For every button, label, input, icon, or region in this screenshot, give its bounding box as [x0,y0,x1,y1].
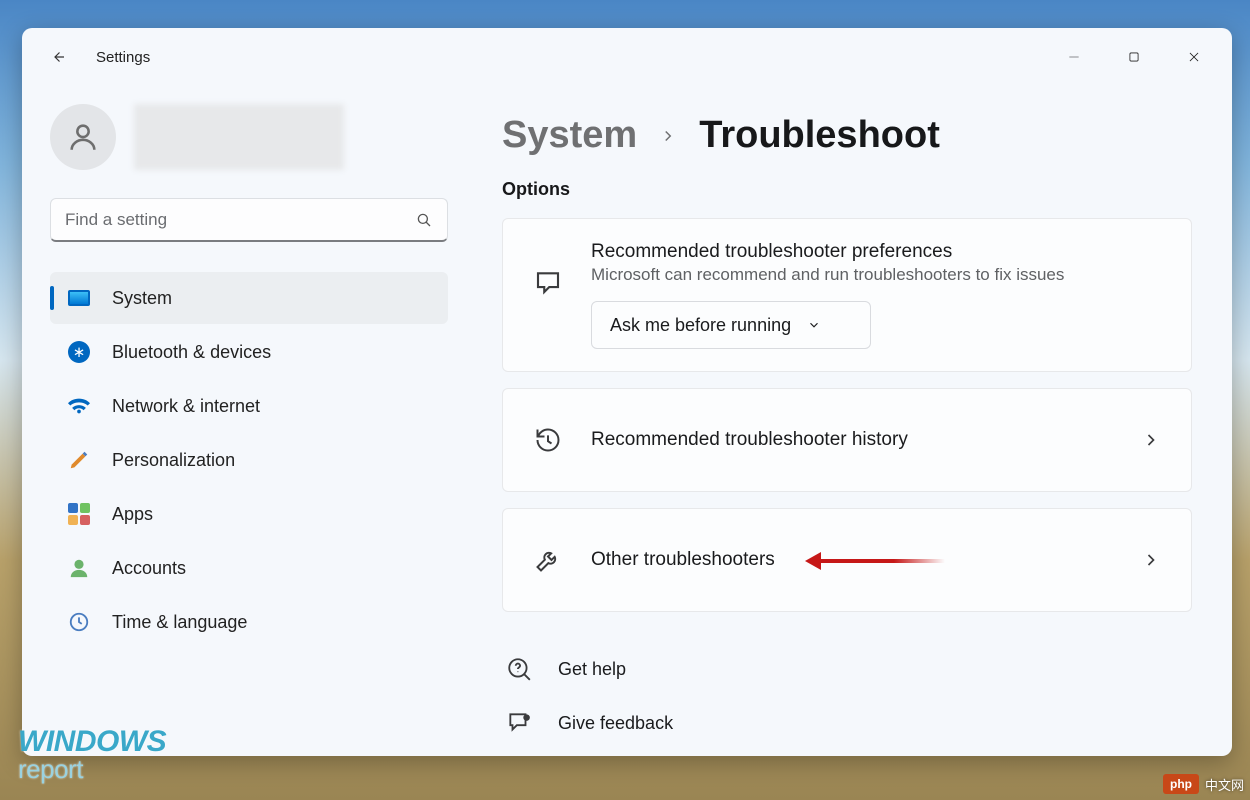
user-name-redacted [134,104,344,170]
section-options-label: Options [502,179,1192,200]
page-title: Troubleshoot [699,114,940,157]
card-title: Other troubleshooters [591,549,1113,571]
chat-icon [533,267,563,297]
corner-badge: php 中文网 [1163,774,1244,794]
card-title: Recommended troubleshooter preferences [591,241,1161,263]
back-button[interactable] [38,37,78,77]
user-header [50,96,462,198]
avatar[interactable] [50,104,116,170]
badge-pill: php [1163,774,1199,794]
apps-icon [68,503,90,525]
give-feedback-link[interactable]: Give feedback [502,696,1192,750]
sidebar-item-label: Bluetooth & devices [112,342,271,363]
dropdown-selected-label: Ask me before running [610,315,791,336]
watermark-line2: report [18,754,83,784]
search-input-wrapper[interactable] [50,198,448,242]
sidebar-item-label: Accounts [112,558,186,579]
sidebar: System ∗ Bluetooth & devices Network & i… [22,86,462,756]
chevron-right-icon [1141,430,1161,450]
close-icon [1187,50,1201,64]
chevron-down-icon [807,318,821,332]
window-title: Settings [96,49,150,66]
help-icon [506,656,532,682]
back-arrow-icon [49,48,67,66]
sidebar-item-system[interactable]: System [50,272,448,324]
content-area: System ∗ Bluetooth & devices Network & i… [22,86,1232,756]
minimize-icon [1067,50,1081,64]
breadcrumb-parent[interactable]: System [502,114,637,157]
feedback-label: Give feedback [558,713,673,734]
clock-icon [68,611,90,633]
close-button[interactable] [1164,37,1224,77]
watermark: WINDOWS report [18,728,166,782]
sidebar-item-label: System [112,288,172,309]
sidebar-item-personalization[interactable]: Personalization [50,434,448,486]
sidebar-item-network[interactable]: Network & internet [50,380,448,432]
sidebar-item-label: Network & internet [112,396,260,417]
help-label: Get help [558,659,626,680]
system-icon [68,287,90,309]
search-input[interactable] [65,210,415,230]
sidebar-item-apps[interactable]: Apps [50,488,448,540]
bluetooth-icon: ∗ [68,341,90,363]
feedback-icon [506,710,532,736]
sidebar-item-label: Personalization [112,450,235,471]
card-subtitle: Microsoft can recommend and run troubles… [591,265,1161,285]
wrench-icon [533,545,563,575]
card-title: Recommended troubleshooter history [591,429,1113,451]
badge-text: 中文网 [1205,775,1244,794]
card-recommended-preferences: Recommended troubleshooter preferences M… [502,218,1192,372]
main-panel: System Troubleshoot Options Recommended … [462,86,1232,756]
preference-dropdown[interactable]: Ask me before running [591,301,871,349]
titlebar: Settings [22,28,1232,86]
window-controls [1044,37,1224,77]
chevron-right-icon [659,127,677,145]
paintbrush-icon [68,449,90,471]
chevron-right-icon [1141,550,1161,570]
get-help-link[interactable]: Get help [502,642,1192,696]
card-body: Recommended troubleshooter preferences M… [591,241,1161,349]
minimize-button[interactable] [1044,37,1104,77]
settings-window: Settings [22,28,1232,756]
card-troubleshooter-history[interactable]: Recommended troubleshooter history [502,388,1192,492]
maximize-icon [1127,50,1141,64]
sidebar-item-accounts[interactable]: Accounts [50,542,448,594]
wifi-icon [68,395,90,417]
breadcrumb: System Troubleshoot [502,114,1192,157]
account-icon [68,557,90,579]
sidebar-item-time[interactable]: Time & language [50,596,448,648]
sidebar-item-bluetooth[interactable]: ∗ Bluetooth & devices [50,326,448,378]
person-icon [66,120,100,154]
maximize-button[interactable] [1104,37,1164,77]
sidebar-item-label: Apps [112,504,153,525]
card-other-troubleshooters[interactable]: Other troubleshooters [502,508,1192,612]
search-icon [415,211,433,229]
nav-list: System ∗ Bluetooth & devices Network & i… [50,272,448,648]
history-icon [533,425,563,455]
sidebar-item-label: Time & language [112,612,247,633]
